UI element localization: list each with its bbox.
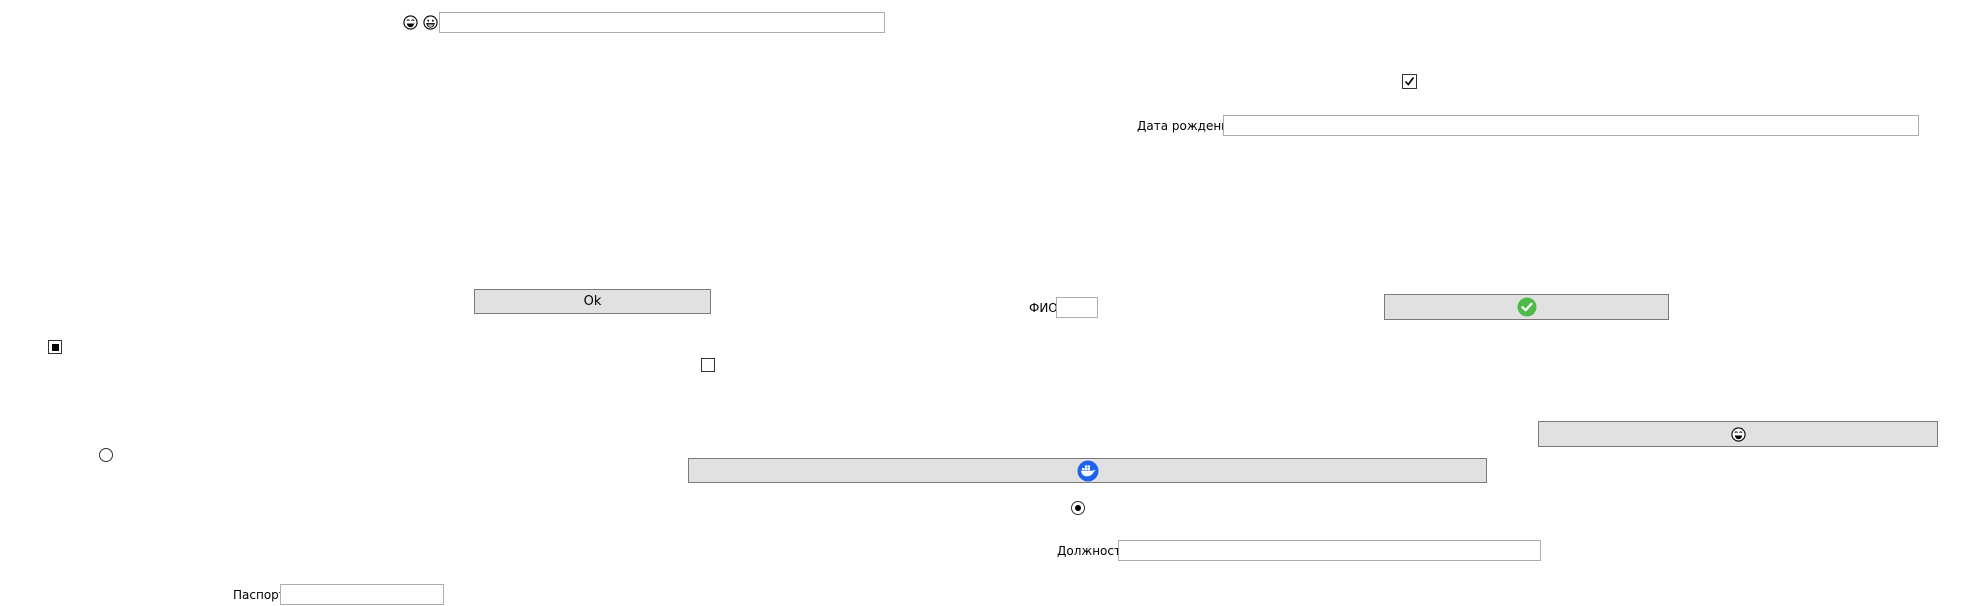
radio-center[interactable] <box>1071 501 1085 515</box>
position-input[interactable] <box>1118 540 1541 561</box>
passport-label: Паспорт <box>233 588 286 602</box>
laughing-face-icon <box>1730 426 1746 442</box>
checkbox-indeterminate[interactable] <box>48 340 62 354</box>
ok-button[interactable]: Ok <box>474 289 711 314</box>
indeterminate-mark <box>51 343 59 351</box>
confirm-button[interactable] <box>1384 294 1669 320</box>
radio-selected-dot <box>1075 505 1081 511</box>
grinning-face-icon <box>423 15 438 30</box>
check-circle-icon <box>1517 297 1536 317</box>
laughing-face-icon <box>403 15 418 30</box>
docker-button[interactable] <box>688 458 1487 483</box>
fio-label: ФИО <box>1029 301 1058 315</box>
passport-input[interactable] <box>280 584 444 605</box>
birth-date-label: Дата рождения <box>1137 119 1237 133</box>
checkbox-top[interactable] <box>1402 74 1417 89</box>
top-text-input[interactable] <box>439 12 885 33</box>
checkmark-icon <box>1404 77 1415 86</box>
checkbox-middle[interactable] <box>701 358 715 372</box>
birth-date-input[interactable] <box>1223 115 1919 136</box>
radio-left[interactable] <box>99 448 113 462</box>
docker-whale-icon <box>1077 460 1098 481</box>
fio-input[interactable] <box>1056 297 1098 318</box>
emoji-button[interactable] <box>1538 421 1938 447</box>
